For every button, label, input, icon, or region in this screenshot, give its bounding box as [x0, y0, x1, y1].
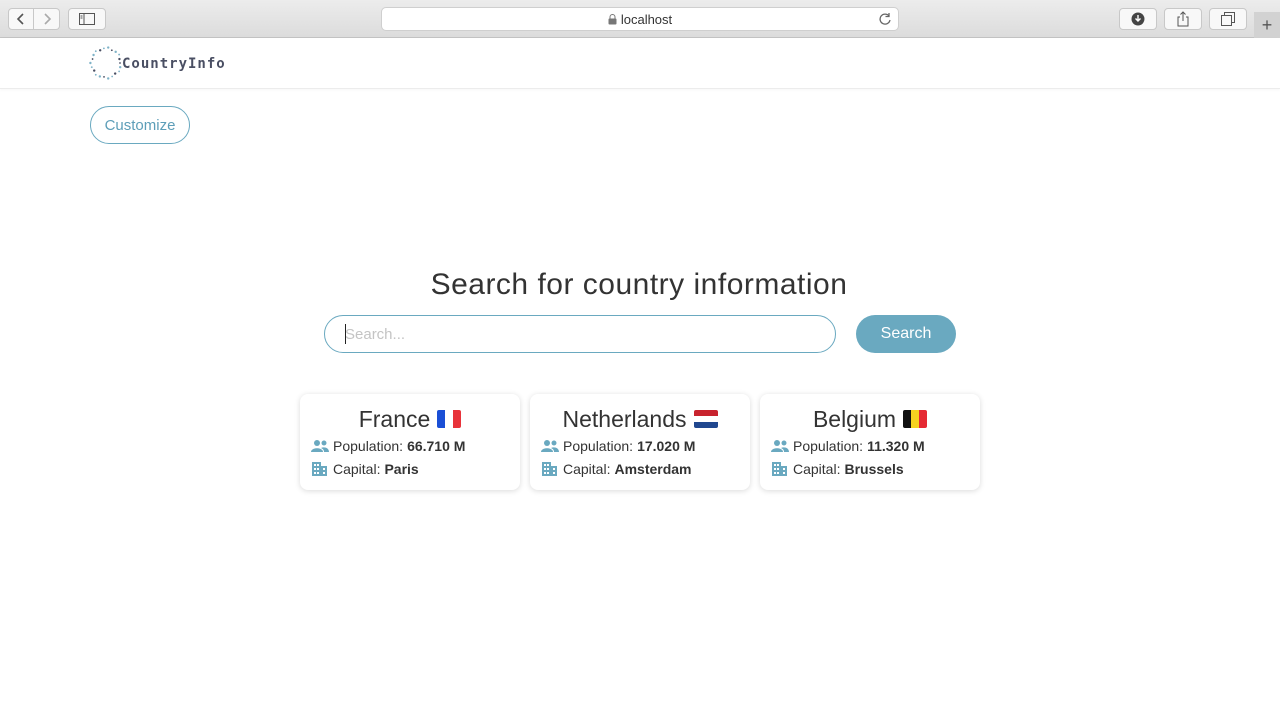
- new-tab-button[interactable]: +: [1254, 12, 1280, 38]
- country-name: Netherlands: [562, 405, 687, 432]
- capital-row: Capital: Paris: [300, 457, 520, 480]
- nav-buttons: [8, 8, 60, 30]
- population-value: 66.710 M: [407, 437, 466, 454]
- forward-button[interactable]: [34, 8, 60, 30]
- capital-label: Capital:: [333, 460, 381, 477]
- population-value: 17.020 M: [637, 437, 696, 454]
- country-name: Belgium: [812, 405, 897, 432]
- population-row: Population: 66.710 M: [300, 434, 520, 457]
- search-button[interactable]: Search: [856, 315, 956, 353]
- plus-icon: +: [1261, 14, 1273, 35]
- population-row: Population: 17.020 M: [530, 434, 750, 457]
- share-icon: [1177, 11, 1189, 27]
- download-icon: [1131, 12, 1145, 26]
- population-label: Population:: [333, 437, 404, 454]
- lock-icon: [608, 13, 617, 25]
- netherlands-flag-icon: [693, 410, 718, 428]
- building-icon: [311, 461, 329, 477]
- population-value: 11.320 M: [867, 437, 925, 454]
- card-title: France: [300, 404, 520, 434]
- population-row: Population: 11.320 M: [760, 434, 980, 457]
- country-cards: France Population: 66.710 M Capital: Par…: [300, 394, 980, 490]
- back-button[interactable]: [8, 8, 34, 30]
- capital-value: Brussels: [844, 460, 904, 477]
- customize-button[interactable]: Customize: [90, 106, 190, 144]
- people-icon: [541, 438, 559, 454]
- tabs-icon: [1221, 12, 1235, 26]
- share-button[interactable]: [1164, 8, 1202, 30]
- card-title: Netherlands: [530, 404, 750, 434]
- france-flag-icon: [437, 410, 462, 428]
- country-name: France: [358, 405, 431, 432]
- sidebar-toggle-button[interactable]: [68, 8, 106, 30]
- people-icon: [311, 438, 329, 454]
- capital-value: Amsterdam: [614, 460, 692, 477]
- text-caret: [345, 324, 346, 344]
- logo-text: CountryInfo: [122, 56, 226, 72]
- chevron-right-icon: [43, 13, 51, 25]
- building-icon: [771, 461, 789, 477]
- people-icon: [771, 438, 789, 454]
- capital-row: Capital: Brussels: [760, 457, 980, 480]
- dotted-circle-logo-icon: [89, 46, 122, 80]
- search-input[interactable]: [324, 315, 836, 353]
- country-card-belgium[interactable]: Belgium Population: 11.320 M Capital: Br…: [760, 394, 980, 490]
- population-label: Population:: [563, 437, 634, 454]
- tabs-overview-button[interactable]: [1209, 8, 1247, 30]
- capital-row: Capital: Amsterdam: [530, 457, 750, 480]
- page-title: Search for country information: [430, 268, 848, 301]
- country-card-netherlands[interactable]: Netherlands Population: 17.020 M Capital…: [530, 394, 750, 490]
- country-card-france[interactable]: France Population: 66.710 M Capital: Par…: [300, 394, 520, 490]
- capital-value: Paris: [384, 460, 419, 477]
- app-header: CountryInfo: [0, 38, 1280, 89]
- population-label: Population:: [793, 437, 864, 454]
- card-title: Belgium: [760, 404, 980, 434]
- sidebar-icon: [79, 13, 95, 25]
- capital-label: Capital:: [563, 460, 611, 477]
- downloads-button[interactable]: [1119, 8, 1157, 30]
- belgium-flag-icon: [903, 410, 928, 428]
- chevron-left-icon: [16, 13, 24, 25]
- capital-label: Capital:: [793, 460, 841, 477]
- url-text: localhost: [620, 11, 673, 27]
- address-bar[interactable]: localhost: [381, 7, 899, 31]
- reload-icon[interactable]: [878, 12, 892, 26]
- browser-toolbar: localhost +: [0, 0, 1280, 38]
- logo[interactable]: CountryInfo: [89, 46, 226, 80]
- building-icon: [541, 461, 559, 477]
